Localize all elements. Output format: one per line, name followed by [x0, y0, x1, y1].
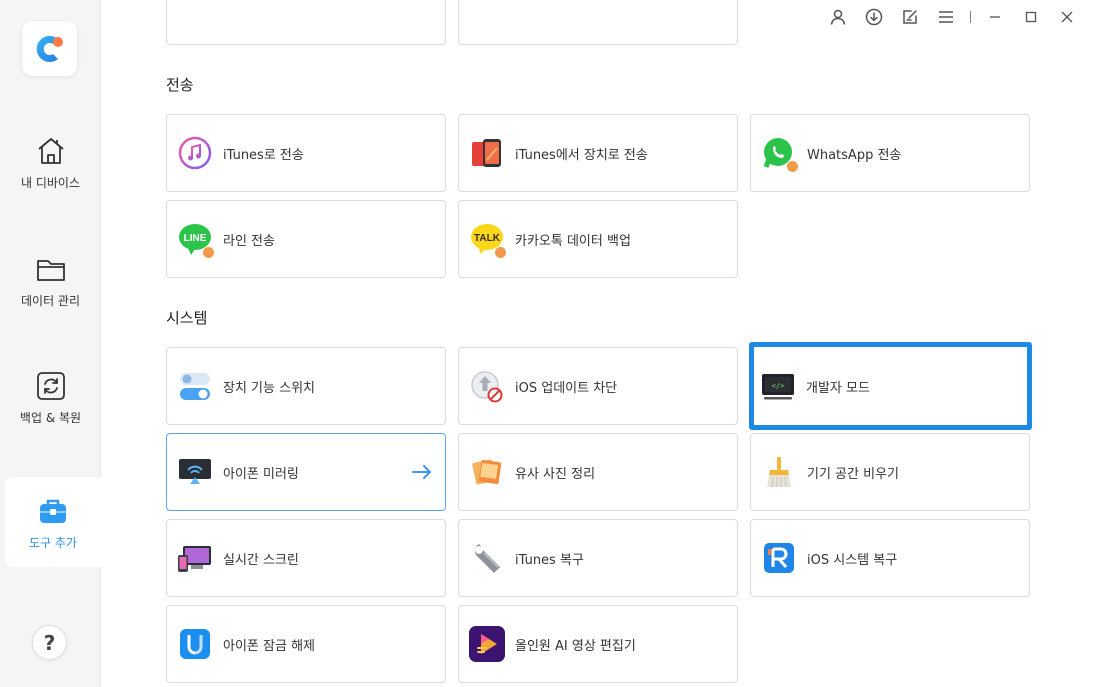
sidebar: 내 디바이스 데이터 관리 백업 & 복원 도구 추가 ?: [0, 0, 101, 687]
card-label: iOS 업데이트 차단: [515, 380, 618, 396]
card-partial[interactable]: [458, 0, 738, 45]
close-button[interactable]: [1049, 6, 1085, 28]
card-live-screen[interactable]: 실시간 스크린: [166, 519, 446, 597]
feedback-button[interactable]: [892, 6, 928, 28]
live-screen-icon: [177, 540, 213, 576]
sidebar-item-backup-restore[interactable]: 백업 & 복원: [0, 352, 101, 442]
screen-mirror-icon: [177, 454, 213, 490]
line-icon: LINE: [177, 221, 215, 259]
unlock-icon: [177, 626, 213, 662]
sidebar-item-label: 내 디바이스: [20, 175, 80, 190]
account-button[interactable]: [820, 6, 856, 28]
maximize-button[interactable]: [1013, 6, 1049, 28]
card-label: WhatsApp 전송: [807, 147, 902, 163]
card-label: iTunes 복구: [515, 552, 584, 568]
toggle-switch-icon: [177, 368, 213, 404]
download-icon: [865, 8, 883, 26]
card-device-feature-switch[interactable]: 장치 기능 스위치: [166, 347, 446, 425]
card-whatsapp-transfer[interactable]: WhatsApp 전송: [750, 114, 1030, 192]
card-kakaotalk-backup[interactable]: TALK 카카오톡 데이터 백업: [458, 200, 738, 278]
card-label: 기기 공간 비우기: [807, 466, 899, 482]
user-icon: [830, 9, 846, 25]
card-label: 유사 사진 정리: [515, 466, 596, 482]
minimize-button[interactable]: [977, 6, 1013, 28]
card-label: 카카오톡 데이터 백업: [515, 233, 631, 249]
card-block-ios-update[interactable]: iOS 업데이트 차단: [458, 347, 738, 425]
card-label: iTunes에서 장치로 전송: [515, 147, 648, 163]
card-label: iTunes로 전송: [223, 147, 304, 163]
card-label: 올인원 AI 영상 편집기: [515, 638, 636, 654]
svg-text:</>: </>: [772, 382, 785, 390]
sidebar-item-add-tools[interactable]: 도구 추가: [5, 477, 101, 567]
card-itunes-to-device[interactable]: iTunes에서 장치로 전송: [458, 114, 738, 192]
card-itunes-repair[interactable]: iTunes 복구: [458, 519, 738, 597]
section-title-transfer: 전송: [166, 76, 194, 94]
svg-text:TALK: TALK: [474, 233, 501, 244]
itunes-music-icon: [177, 135, 213, 171]
whatsapp-icon: [761, 135, 799, 173]
developer-monitor-icon: </>: [760, 368, 796, 404]
card-iphone-mirroring[interactable]: 아이폰 미러링: [166, 433, 446, 511]
toolbox-icon: [36, 494, 70, 528]
sidebar-item-my-device[interactable]: 내 디바이스: [0, 117, 101, 207]
card-label: 실시간 스크린: [223, 552, 299, 568]
card-similar-photo-cleanup[interactable]: 유사 사진 정리: [458, 433, 738, 511]
kakaotalk-icon: TALK: [469, 221, 507, 259]
wrench-icon: [469, 540, 505, 576]
card-ai-video-editor[interactable]: 올인원 AI 영상 편집기: [458, 605, 738, 683]
transfer-badge-icon: [786, 160, 799, 173]
card-label: 개발자 모드: [806, 380, 870, 396]
card-developer-mode[interactable]: </> 개발자 모드: [749, 342, 1032, 430]
card-label: 아이폰 잠금 해제: [223, 638, 315, 654]
folder-icon: [34, 252, 68, 286]
card-label: 장치 기능 스위치: [223, 380, 315, 396]
backup-restore-icon: [34, 369, 68, 403]
transfer-badge-icon: [494, 246, 507, 259]
sidebar-item-label: 도구 추가: [29, 535, 77, 550]
ai-video-editor-icon: [469, 626, 505, 662]
transfer-badge-icon: [202, 246, 215, 259]
card-free-up-space[interactable]: 기기 공간 비우기: [750, 433, 1030, 511]
home-icon: [34, 134, 68, 168]
sidebar-item-label: 데이터 관리: [20, 293, 80, 308]
broom-icon: [761, 454, 797, 490]
close-icon: [1061, 11, 1073, 23]
hamburger-menu-icon: [939, 11, 953, 23]
card-label: 아이폰 미러링: [223, 466, 299, 482]
download-button[interactable]: [856, 6, 892, 28]
window-controls-divider: [970, 11, 971, 23]
svg-text:LINE: LINE: [184, 233, 207, 244]
card-itunes-transfer[interactable]: iTunes로 전송: [166, 114, 446, 192]
card-line-transfer[interactable]: LINE 라인 전송: [166, 200, 446, 278]
card-partial[interactable]: [166, 0, 446, 45]
card-label: iOS 시스템 복구: [807, 552, 898, 568]
window-controls: [820, 6, 1085, 28]
section-title-system: 시스템: [166, 309, 208, 327]
card-label: 라인 전송: [223, 233, 275, 249]
app-logo-icon: [22, 21, 77, 76]
maximize-icon: [1025, 11, 1037, 23]
minimize-icon: [990, 16, 1000, 18]
menu-button[interactable]: [928, 6, 964, 28]
arrow-right-icon: [412, 465, 432, 479]
block-update-icon: [469, 368, 505, 404]
card-ios-system-repair[interactable]: iOS 시스템 복구: [750, 519, 1030, 597]
reiboot-icon: [761, 540, 797, 576]
itunes-to-device-icon: [469, 135, 505, 171]
card-iphone-unlock[interactable]: 아이폰 잠금 해제: [166, 605, 446, 683]
help-icon: ?: [43, 630, 56, 655]
sidebar-item-data-management[interactable]: 데이터 관리: [0, 235, 101, 325]
sidebar-item-label: 백업 & 복원: [19, 410, 82, 425]
help-button[interactable]: ?: [32, 625, 67, 660]
photos-stack-icon: [469, 454, 505, 490]
feedback-icon: [903, 10, 917, 24]
